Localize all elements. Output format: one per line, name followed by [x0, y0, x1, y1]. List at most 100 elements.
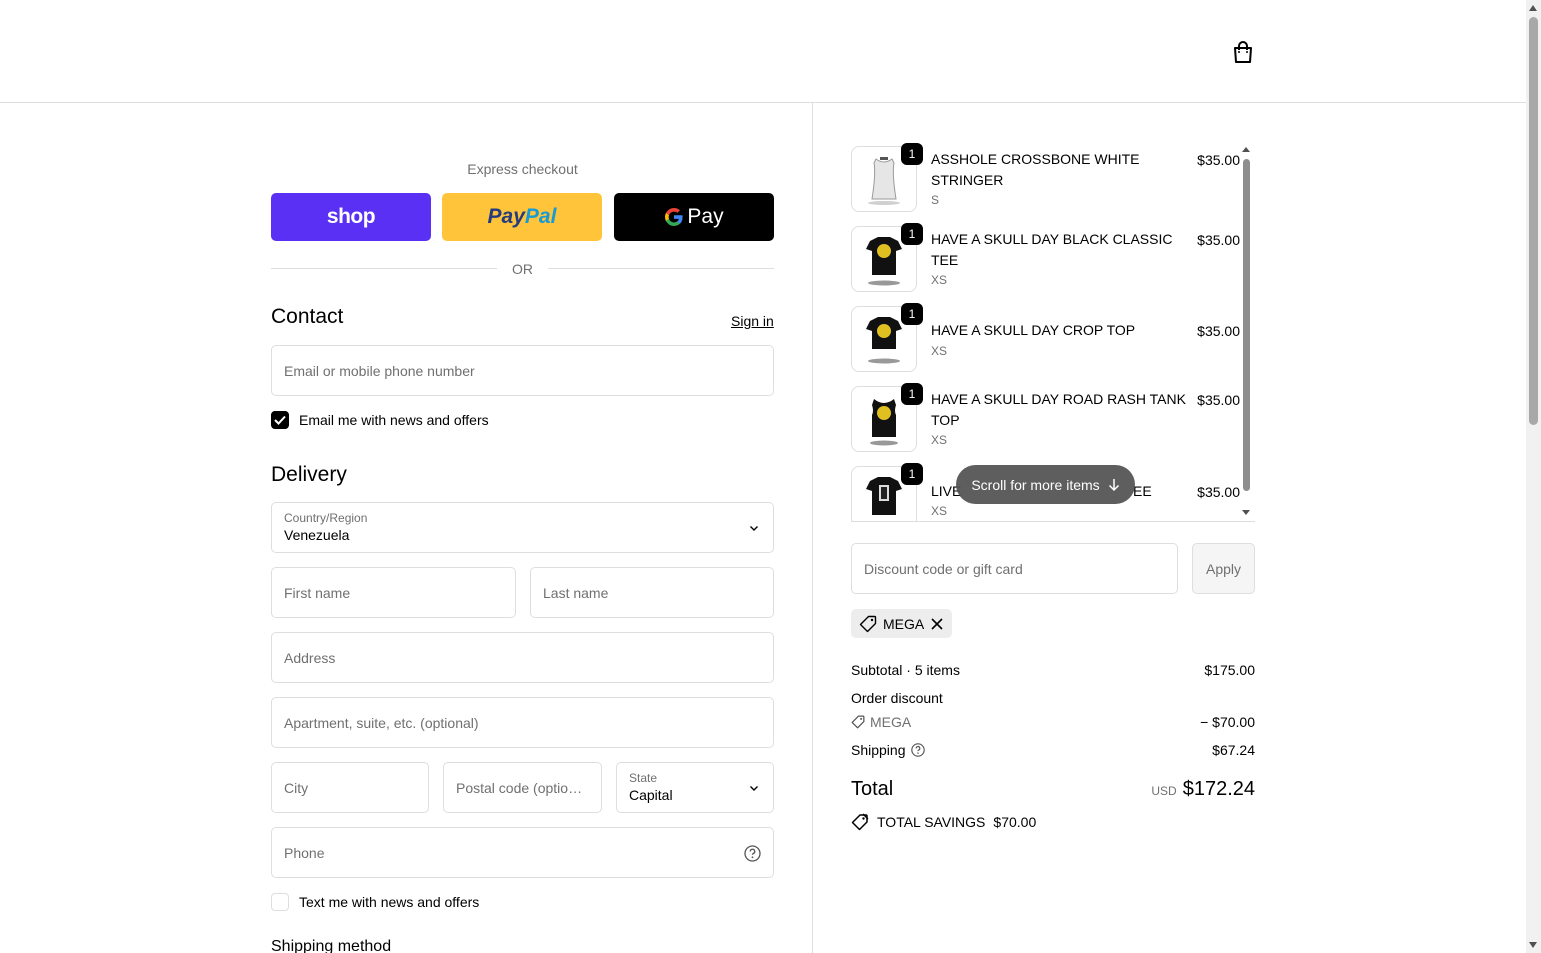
- checkout-form: Express checkout shop PayPal Pay OR Cont…: [0, 103, 812, 953]
- paypal-logo: PayPal: [487, 205, 557, 228]
- text-news-option[interactable]: Text me with news and offers: [271, 893, 479, 911]
- country-select[interactable]: Country/Region Venezuela: [271, 502, 774, 553]
- item-name: HAVE A SKULL DAY ROAD RASH TANK TOP: [931, 391, 1186, 428]
- arrow-down-icon: [1108, 478, 1119, 491]
- order-discount-row: Order discount: [851, 690, 1255, 706]
- scroll-up-arrow[interactable]: [1242, 147, 1250, 152]
- page-scrollbar[interactable]: [1526, 0, 1541, 953]
- subtotal-label: Subtotal · 5 items: [851, 662, 960, 678]
- text-news-checkbox[interactable]: [271, 893, 289, 911]
- item-name: HAVE A SKULL DAY BLACK CLASSIC TEE: [931, 231, 1173, 268]
- item-price: $35.00: [1197, 484, 1240, 500]
- total-value: USD $172.24: [1151, 778, 1255, 800]
- shipping-method-title: Shipping method: [271, 938, 392, 953]
- list-item: 1 HAVE A SKULL DAY ROAD RASH TANK TOP XS…: [851, 380, 1241, 452]
- list-item: 1 HAVE A SKULL DAY CROP TOP XS $35.00: [851, 300, 1241, 372]
- paypal-button[interactable]: PayPal: [442, 193, 602, 241]
- order-discount-label: Order discount: [851, 690, 943, 706]
- email-news-option[interactable]: Email me with news and offers: [271, 411, 489, 429]
- item-name: ASSHOLE CROSSBONE WHITE STRINGER: [931, 151, 1140, 188]
- shipping-label: Shipping: [851, 742, 925, 758]
- discount-code-field[interactable]: Discount code or gift card: [851, 543, 1178, 594]
- contact-title: Contact: [271, 305, 344, 328]
- scroll-for-more-button[interactable]: Scroll for more items: [956, 465, 1135, 504]
- product-thumbnail: 1: [851, 303, 923, 372]
- chevron-down-icon: [750, 786, 758, 791]
- tag-icon: [859, 615, 877, 632]
- google-pay-logo: Pay: [664, 205, 724, 229]
- item-variant: S: [931, 193, 940, 207]
- last-name-field[interactable]: Last name: [530, 567, 774, 618]
- list-item: 1 ASSHOLE CROSSBONE WHITE STRINGER S $35…: [851, 140, 1241, 212]
- delivery-title: Delivery: [271, 463, 347, 486]
- scroll-up-arrow[interactable]: [1529, 5, 1537, 11]
- quantity-badge: 1: [901, 223, 923, 245]
- first-name-field[interactable]: First name: [271, 567, 516, 618]
- close-icon[interactable]: [930, 617, 944, 631]
- postal-code-field[interactable]: Postal code (optional): [443, 762, 602, 813]
- item-price: $35.00: [1197, 392, 1240, 408]
- tag-icon: [851, 715, 865, 729]
- phone-field[interactable]: Phone: [271, 827, 774, 878]
- discount-amount: − $70.00: [1200, 714, 1255, 730]
- quantity-badge: 1: [901, 143, 923, 165]
- quantity-badge: 1: [901, 303, 923, 325]
- header: [0, 0, 1526, 103]
- total-row: Total USD $172.24: [851, 778, 1255, 801]
- discount-code-label: MEGA: [851, 714, 911, 730]
- item-variant: XS: [931, 273, 948, 287]
- item-price: $35.00: [1197, 152, 1240, 168]
- google-pay-button[interactable]: Pay: [614, 193, 774, 241]
- list-item: 1 HAVE A SKULL DAY BLACK CLASSIC TEE XS …: [851, 220, 1241, 292]
- total-savings: TOTAL SAVINGS $70.00: [851, 813, 1036, 831]
- subtotal-row: Subtotal · 5 items $175.00: [851, 662, 1255, 678]
- item-variant: XS: [931, 433, 948, 447]
- google-g-icon: [665, 208, 684, 226]
- applied-discount-code: MEGA: [883, 615, 925, 632]
- or-divider: OR: [271, 261, 774, 277]
- address-field[interactable]: Address: [271, 632, 774, 683]
- google-pay-label: Pay: [687, 205, 724, 228]
- item-price: $35.00: [1197, 232, 1240, 248]
- shop-pay-label: shop: [326, 205, 376, 228]
- city-field[interactable]: City: [271, 762, 429, 813]
- shipping-value: $67.24: [1212, 742, 1255, 758]
- sign-in-link[interactable]: Sign in: [731, 313, 774, 329]
- help-circle-icon[interactable]: [744, 845, 761, 862]
- scrollbar-thumb[interactable]: [1243, 159, 1250, 491]
- apply-discount-button[interactable]: Apply: [1192, 543, 1255, 594]
- shipping-row: Shipping $67.24: [851, 742, 1255, 758]
- applied-discount-chip: MEGA: [851, 609, 953, 638]
- email-field[interactable]: Email or mobile phone number: [271, 345, 774, 396]
- item-price: $35.00: [1197, 323, 1240, 339]
- tags-icon: [851, 813, 869, 831]
- total-label: Total: [851, 778, 894, 800]
- quantity-badge: 1: [901, 463, 923, 485]
- item-name: HAVE A SKULL DAY CROP TOP: [931, 322, 1136, 338]
- scrollbar-thumb[interactable]: [1529, 17, 1538, 425]
- text-news-label: Text me with news and offers: [299, 894, 480, 910]
- state-select[interactable]: State Capital: [616, 762, 774, 813]
- chevron-down-icon: [750, 526, 758, 531]
- quantity-badge: 1: [901, 383, 923, 405]
- shop-pay-button[interactable]: shop: [271, 193, 431, 241]
- item-variant: XS: [931, 344, 948, 358]
- email-news-label: Email me with news and offers: [299, 412, 489, 428]
- cart-scrollbar[interactable]: [1241, 145, 1251, 517]
- email-news-checkbox[interactable]: [271, 411, 289, 429]
- apartment-field[interactable]: Apartment, suite, etc. (optional): [271, 697, 774, 748]
- item-variant: XS: [931, 504, 948, 518]
- savings-label: TOTAL SAVINGS: [877, 814, 986, 830]
- product-thumbnail: 1: [851, 463, 923, 521]
- help-circle-icon[interactable]: [910, 743, 925, 757]
- discount-code-row: MEGA − $70.00: [851, 714, 1255, 730]
- shopping-bag-icon[interactable]: [1232, 40, 1254, 64]
- item-name-tail: EE: [1133, 483, 1152, 499]
- product-thumbnail: 1: [851, 223, 923, 292]
- product-thumbnail: 1: [851, 383, 923, 452]
- scroll-down-arrow[interactable]: [1529, 942, 1537, 948]
- product-thumbnail: 1: [851, 143, 923, 212]
- scroll-down-arrow[interactable]: [1242, 510, 1250, 515]
- check-icon: [274, 415, 286, 425]
- scroll-hint-label: Scroll for more items: [971, 476, 1100, 493]
